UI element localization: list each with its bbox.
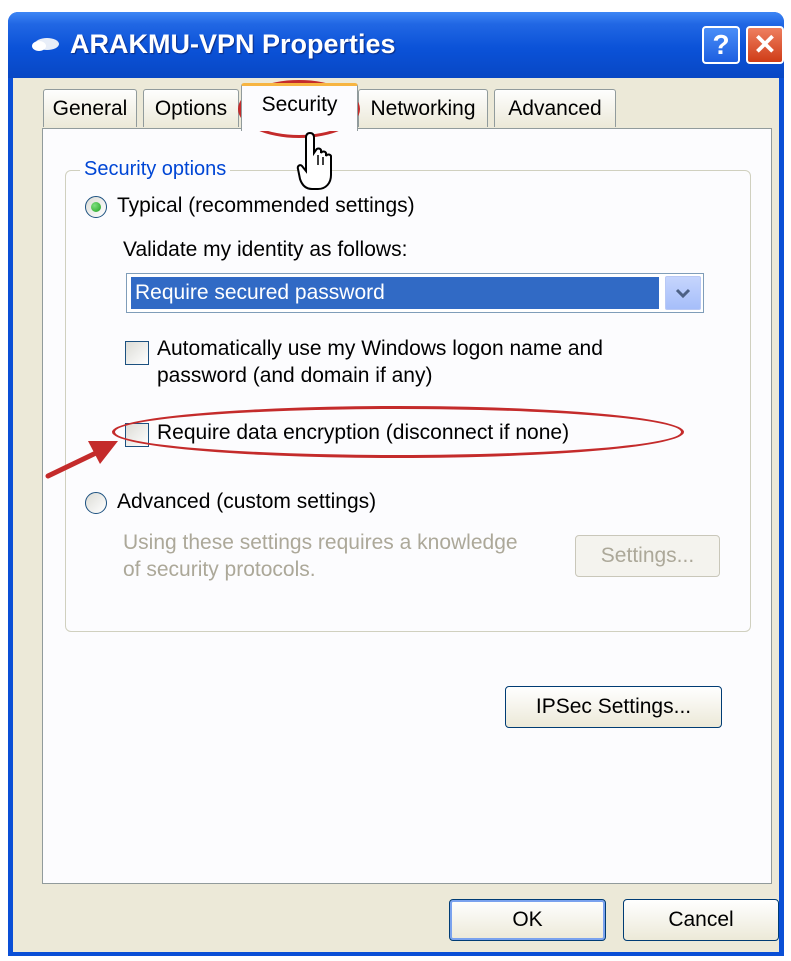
- ok-button[interactable]: OK: [449, 899, 606, 941]
- chevron-down-icon[interactable]: [665, 276, 701, 310]
- advanced-label[interactable]: Advanced (custom settings): [117, 490, 376, 514]
- tab-security[interactable]: Security: [241, 83, 358, 131]
- ipsec-settings-button[interactable]: IPSec Settings...: [505, 686, 722, 728]
- auto-logon-label-line1[interactable]: Automatically use my Windows logon name …: [157, 337, 603, 361]
- auto-logon-checkbox[interactable]: [125, 341, 149, 365]
- encryption-highlight-ellipse: [112, 406, 684, 458]
- advanced-radio[interactable]: [85, 492, 107, 514]
- security-options-label: Security options: [80, 158, 231, 181]
- window-title: ARAKMU-VPN Properties: [70, 29, 396, 59]
- typical-radio[interactable]: [85, 196, 107, 218]
- help-button[interactable]: ?: [702, 26, 740, 64]
- tab-general[interactable]: General: [43, 89, 137, 127]
- cancel-button[interactable]: Cancel: [623, 899, 779, 941]
- advanced-note-line2: of security protocols.: [123, 558, 316, 581]
- auto-logon-label-line2[interactable]: password (and domain if any): [157, 364, 432, 388]
- settings-button[interactable]: Settings...: [575, 535, 720, 577]
- close-icon: ✕: [753, 29, 777, 60]
- tab-advanced[interactable]: Advanced: [494, 89, 616, 127]
- identity-validation-select[interactable]: Require secured password: [126, 273, 704, 313]
- close-button[interactable]: ✕: [746, 26, 784, 64]
- advanced-note-line1: Using these settings requires a knowledg…: [123, 531, 518, 554]
- typical-label[interactable]: Typical (recommended settings): [117, 194, 415, 218]
- radio-selected-dot: [91, 202, 101, 212]
- network-connection-icon: [32, 38, 59, 51]
- identity-select-value: Require secured password: [131, 277, 659, 309]
- validate-identity-label: Validate my identity as follows:: [123, 238, 408, 261]
- tab-networking[interactable]: Networking: [358, 89, 488, 127]
- title-bar[interactable]: ARAKMU-VPN Properties ? ✕: [8, 12, 784, 78]
- tab-options[interactable]: Options: [143, 89, 239, 127]
